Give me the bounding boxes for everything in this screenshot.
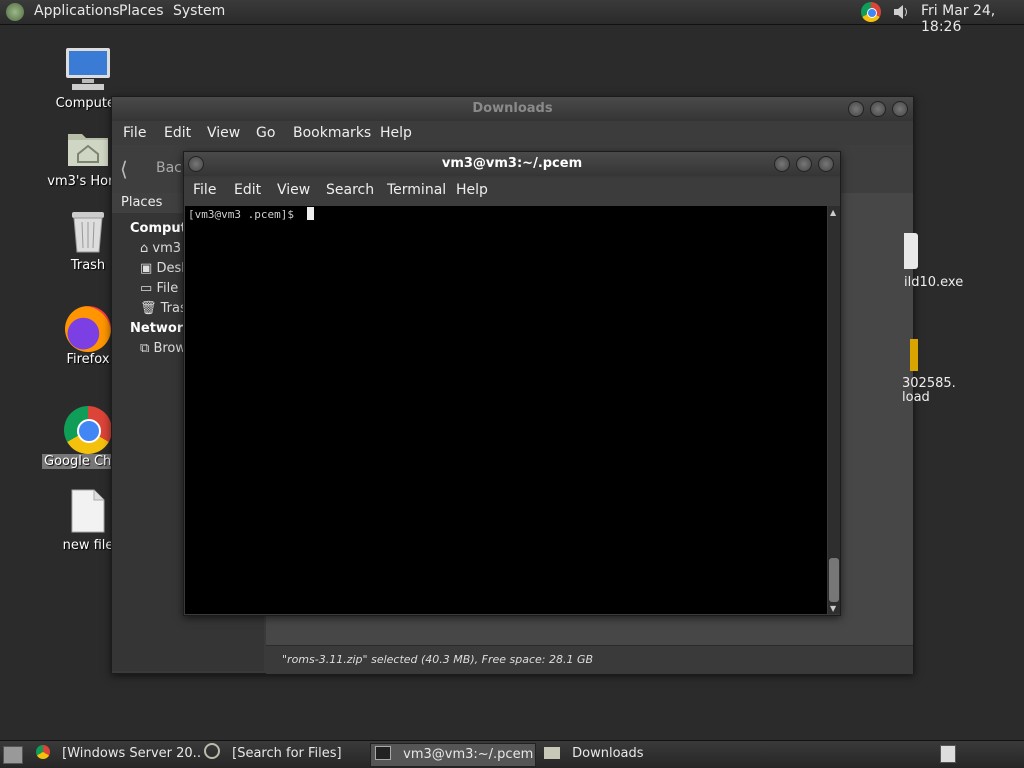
task-windows-server[interactable]: [Windows Server 20... — [36, 743, 200, 765]
gnome-foot-icon[interactable] — [6, 3, 24, 21]
maximize-button[interactable] — [870, 101, 886, 117]
folder-icon — [544, 747, 560, 759]
task-label: Downloads — [572, 746, 644, 761]
task-label: [Search for Files] — [232, 746, 342, 761]
menu-view[interactable]: View — [207, 125, 240, 141]
show-desktop-icon[interactable] — [3, 746, 23, 764]
window-menu-button[interactable] — [188, 156, 204, 172]
scroll-up-icon[interactable]: ▲ — [830, 208, 836, 217]
menu-edit[interactable]: Edit — [234, 182, 261, 198]
task-terminal[interactable]: vm3@vm3:~/.pcem — [370, 743, 536, 767]
menu-file[interactable]: File — [193, 182, 216, 198]
menu-go[interactable]: Go — [256, 125, 275, 141]
prompt-text: [vm3@vm3 .pcem]$ — [188, 208, 301, 221]
window-title: Downloads — [472, 101, 553, 116]
chrome-icon — [64, 406, 112, 454]
menu-file[interactable]: File — [123, 125, 146, 141]
home-icon: ⌂ — [140, 241, 149, 256]
chrome-icon[interactable] — [861, 2, 881, 22]
volume-icon[interactable] — [892, 3, 910, 21]
terminal-scrollbar[interactable]: ▲ ▼ — [828, 206, 840, 614]
menu-help[interactable]: Help — [380, 125, 412, 141]
status-bar: "roms-3.11.zip" selected (40.3 MB), Free… — [266, 645, 913, 674]
top-panel: Applications Places System Fri Mar 24, 1… — [0, 0, 1024, 35]
menu-view[interactable]: View — [277, 182, 310, 198]
task-downloads[interactable]: Downloads — [540, 743, 700, 765]
menu-terminal[interactable]: Terminal — [387, 182, 446, 198]
file-label: 302585. load — [902, 376, 956, 405]
firefox-icon — [65, 306, 111, 352]
desktop-icon: ▣ — [140, 261, 153, 276]
chrome-icon — [36, 745, 50, 759]
applications-menu[interactable]: Applications — [34, 3, 120, 19]
close-button[interactable] — [818, 156, 834, 172]
file-item[interactable]: ild10.exe — [836, 233, 963, 290]
workspace-switcher[interactable] — [940, 745, 956, 763]
terminal-menubar: File Edit View Search Terminal Help — [184, 178, 840, 206]
window-title: vm3@vm3:~/.pcem — [441, 156, 583, 171]
network-icon: ⧉ — [140, 341, 150, 356]
drive-icon: ▭ — [140, 281, 153, 296]
sidebar-item-label: vm3 — [152, 241, 182, 256]
archive-icon — [910, 339, 918, 371]
back-button[interactable]: ⟨ Back — [120, 157, 190, 181]
menu-search[interactable]: Search — [326, 182, 374, 198]
file-icon — [71, 489, 105, 533]
minimize-button[interactable] — [774, 156, 790, 172]
places-menu[interactable]: Places — [119, 3, 164, 19]
sidebar-header-label: Places — [121, 195, 163, 210]
trash-icon: 🗑 — [140, 301, 157, 316]
back-arrow-icon: ⟨ — [120, 157, 128, 181]
scroll-down-icon[interactable]: ▼ — [830, 604, 836, 613]
terminal-titlebar[interactable]: vm3@vm3:~/.pcem — [184, 152, 840, 176]
downloads-titlebar[interactable]: Downloads — [112, 97, 913, 121]
task-label: [Windows Server 20... — [62, 746, 200, 761]
menu-bookmarks[interactable]: Bookmarks — [293, 125, 371, 141]
close-button[interactable] — [892, 101, 908, 117]
file-label: ild10.exe — [904, 275, 964, 290]
terminal-screen[interactable]: [vm3@vm3 .pcem]$ — [185, 206, 827, 614]
text-cursor — [306, 207, 314, 220]
system-menu[interactable]: System — [173, 3, 225, 19]
menu-help[interactable]: Help — [456, 182, 488, 198]
search-icon — [204, 743, 220, 759]
downloads-menubar: File Edit View Go Bookmarks Help — [112, 121, 913, 145]
terminal-prompt: [vm3@vm3 .pcem]$ — [188, 207, 314, 221]
file-item[interactable]: 302585. load — [836, 339, 956, 405]
computer-icon — [66, 48, 110, 90]
terminal-icon — [375, 746, 391, 760]
trash-icon — [72, 212, 104, 253]
home-folder-icon — [68, 134, 108, 166]
clock[interactable]: Fri Mar 24, 18:26 — [921, 3, 1024, 35]
minimize-button[interactable] — [848, 101, 864, 117]
maximize-button[interactable] — [796, 156, 812, 172]
scrollbar-thumb[interactable] — [829, 558, 839, 602]
sidebar-item-home[interactable]: ⌂ vm3 — [140, 241, 181, 256]
task-search-files[interactable]: [Search for Files] — [204, 743, 364, 765]
menu-edit[interactable]: Edit — [164, 125, 191, 141]
task-label: vm3@vm3:~/.pcem — [403, 747, 534, 762]
file-icon — [904, 233, 918, 269]
bottom-panel: [Windows Server 20... [Search for Files]… — [0, 740, 1024, 768]
terminal-window: vm3@vm3:~/.pcem File Edit View Search Te… — [183, 151, 841, 616]
